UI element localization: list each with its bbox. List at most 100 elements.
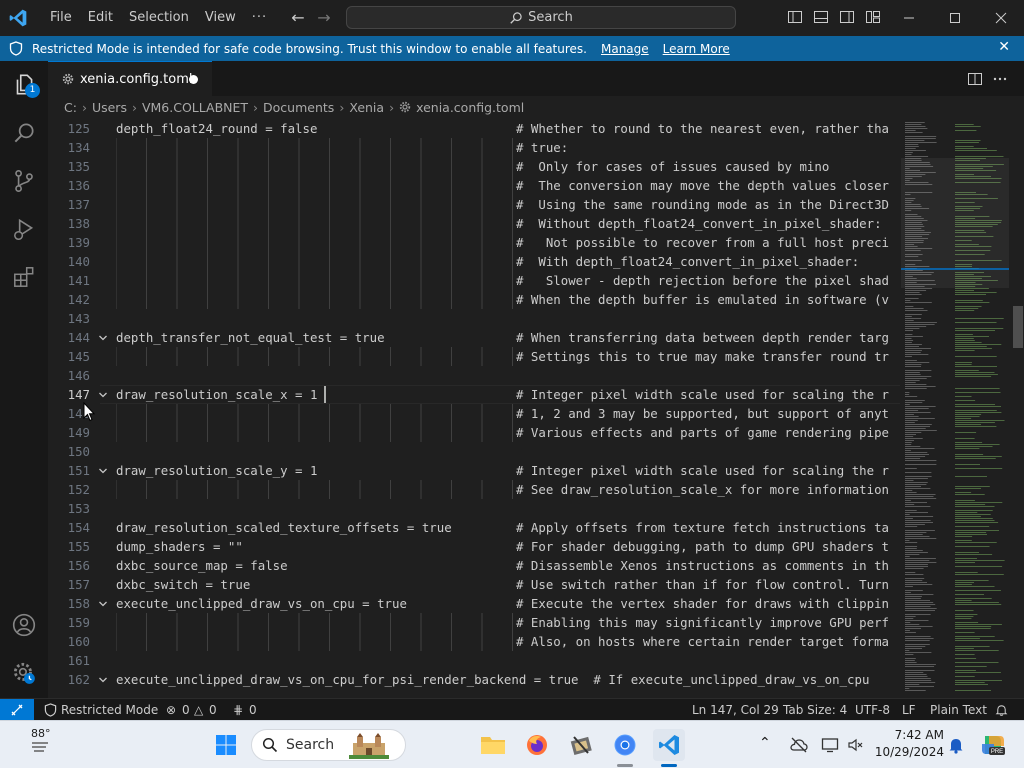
menu-more[interactable]: ··· [244,0,275,36]
code-line[interactable]: 154 draw_resolution_scaled_texture_offset… [48,518,901,537]
warning-count[interactable]: 0 [209,699,217,721]
code-line[interactable]: 135 # Only for cases of issues caused by … [48,157,901,176]
search-view-button[interactable] [0,109,48,157]
code-line[interactable]: 150 [48,442,901,461]
code-line[interactable]: 152 # See draw_resolution_scale_x for mor… [48,480,901,499]
fold-chevron-icon[interactable] [98,461,112,482]
cursor-position[interactable]: Ln 147, Col 29 [692,699,779,721]
chrome-app[interactable] [609,729,641,761]
code-line[interactable]: 157 dxbc_switch = true # Use switch rather… [48,575,901,594]
bell-icon[interactable] [995,703,1008,717]
volume-muted-icon[interactable] [847,737,863,753]
taskbar-search[interactable]: Search [251,729,406,761]
system-clock[interactable]: 7:42 AM 10/29/2024 [874,727,944,761]
toggle-panel-icon[interactable] [813,9,829,25]
cloud-offline-icon[interactable] [790,737,808,753]
code-line[interactable]: 160 # Also, on hosts where certain render… [48,632,901,651]
close-window-icon[interactable] [978,0,1024,36]
code-line[interactable]: 158 execute_unclipped_draw_vs_on_cpu = tr… [48,594,901,613]
unsaved-dot-icon[interactable] [189,75,198,84]
code-line[interactable]: 162 execute_unclipped_draw_vs_on_cpu_for_… [48,670,901,689]
language-mode[interactable]: Plain Text [930,699,987,721]
code-line[interactable]: 143 [48,309,901,328]
breadcrumb-item[interactable]: VM6.COLLABNET [142,100,248,115]
maximize-icon[interactable] [932,0,978,36]
minimize-icon[interactable] [886,0,932,36]
vertical-scrollbar[interactable] [1009,118,1024,698]
code-editor[interactable]: 125 depth_float24_round = false # Whether … [48,118,1024,698]
code-line[interactable]: 142 # When the depth buffer is emulated i… [48,290,901,309]
fold-chevron-icon[interactable] [98,385,112,406]
code-line[interactable]: 134 # true: [48,138,901,157]
manage-link[interactable]: Manage [601,42,649,56]
code-line[interactable]: 145 # Settings this to true may make tran… [48,347,901,366]
manage-button[interactable] [0,649,48,697]
chevron-up-icon[interactable]: ⌃ [759,735,771,751]
learn-more-link[interactable]: Learn More [663,42,730,56]
nav-back-icon[interactable]: ← [286,0,310,36]
remote-indicator[interactable] [0,699,34,721]
display-icon[interactable] [821,737,839,753]
code-line[interactable]: 137 # Using the same rounding mode as in … [48,195,901,214]
fold-chevron-icon[interactable] [98,670,112,691]
notification-bell-icon[interactable] [948,736,964,754]
more-actions-icon[interactable] [992,71,1008,87]
code-line[interactable]: 147 draw_resolution_scale_x = 1 # Integer … [48,385,901,404]
code-line[interactable]: 144 depth_transfer_not_equal_test = true #… [48,328,901,347]
code-line[interactable]: 159 # Enabling this may significantly imp… [48,613,901,632]
menu-selection[interactable]: Selection [121,0,197,36]
toggle-secondary-sidebar-icon[interactable] [839,9,855,25]
code-line[interactable]: 149 # Various effects and parts of game r… [48,423,901,442]
error-count[interactable]: 0 [182,699,190,721]
file-explorer-app[interactable] [477,729,509,761]
code-line[interactable]: 161 [48,651,901,670]
breadcrumb-item[interactable]: xenia.config.toml [416,100,524,115]
tab-size[interactable]: Tab Size: 4 [783,699,847,721]
app-tools[interactable] [565,729,597,761]
code-line[interactable]: 138 # Without depth_float24_convert_in_pi… [48,214,901,233]
source-control-button[interactable] [0,157,48,205]
firefox-app[interactable] [521,729,553,761]
code-line[interactable]: 155 dump_shaders = "" # For shader debuggi… [48,537,901,556]
code-line[interactable]: 140 # With depth_float24_convert_in_pixel… [48,252,901,271]
customize-layout-icon[interactable] [865,9,881,25]
copilot-preview-icon[interactable]: PRE [980,732,1006,758]
command-center-search[interactable]: Search [346,6,736,29]
breadcrumb-item[interactable]: Documents [263,100,334,115]
code-line[interactable]: 156 dxbc_source_map = false # Disassemble … [48,556,901,575]
fold-chevron-icon[interactable] [98,328,112,349]
toggle-primary-sidebar-icon[interactable] [787,9,803,25]
code-line[interactable]: 151 draw_resolution_scale_y = 1 # Integer … [48,461,901,480]
code-line[interactable]: 148 # 1, 2 and 3 may be supported, but su… [48,404,901,423]
vscode-app[interactable] [653,729,685,761]
code-line[interactable]: 146 [48,366,901,385]
nav-forward-icon[interactable]: → [312,0,336,36]
menu-file[interactable]: File [42,0,80,36]
menu-edit[interactable]: Edit [80,0,121,36]
explorer-button[interactable]: 1 [0,61,48,109]
menu-view[interactable]: View [197,0,244,36]
code-line[interactable]: 139 # Not possible to recover from a full… [48,233,901,252]
banner-close-icon[interactable]: ✕ [998,39,1010,55]
extensions-button[interactable] [0,253,48,301]
breadcrumb-item[interactable]: Xenia [349,100,384,115]
end-of-line[interactable]: LF [902,699,916,721]
code-line[interactable]: 125 depth_float24_round = false # Whether … [48,119,901,138]
fold-chevron-icon[interactable] [98,594,112,615]
code-line[interactable]: 136 # The conversion may move the depth v… [48,176,901,195]
minimap[interactable] [901,118,1009,698]
weather-temp[interactable]: 88° [31,727,51,740]
code-line[interactable]: 141 # Slower - depth rejection before the… [48,271,901,290]
run-debug-button[interactable] [0,205,48,253]
breadcrumb-item[interactable]: Users [92,100,127,115]
scrollbar-thumb[interactable] [1013,306,1023,348]
accounts-button[interactable] [0,601,48,649]
split-editor-icon[interactable] [967,71,983,87]
tab-xenia-config[interactable]: xenia.config.toml [48,61,212,96]
breadcrumb-item[interactable]: C: [64,100,77,115]
encoding[interactable]: UTF-8 [855,699,890,721]
code-line[interactable]: 153 [48,499,901,518]
restricted-mode-status[interactable]: Restricted Mode [61,699,158,721]
ports-count[interactable]: 0 [249,699,257,721]
start-button[interactable] [210,729,242,761]
